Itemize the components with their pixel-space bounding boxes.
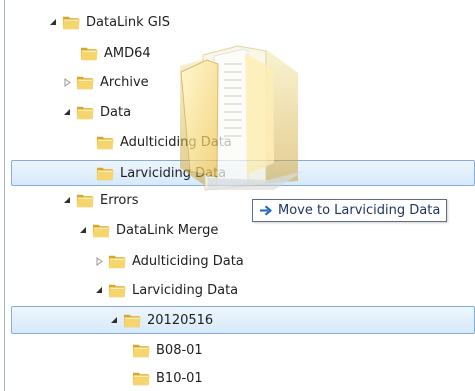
expanded-arrow-icon[interactable] xyxy=(109,313,119,327)
expanded-arrow-icon[interactable] xyxy=(94,283,104,297)
folder-icon xyxy=(92,224,110,237)
tree-item-label: Archive xyxy=(100,74,149,90)
expanded-arrow-icon[interactable] xyxy=(78,223,88,237)
tree-item-merge-adulticiding-data[interactable]: Adulticiding Data xyxy=(94,249,244,273)
folder-icon xyxy=(76,194,94,207)
drag-drop-tooltip: Move to Larviciding Data xyxy=(252,199,448,222)
folder-icon xyxy=(108,284,126,297)
tree-item-label: Data xyxy=(100,104,132,120)
folder-icon xyxy=(80,47,98,60)
folder-icon xyxy=(123,314,141,327)
tree-item-label: Errors xyxy=(100,192,139,208)
collapsed-arrow-icon[interactable] xyxy=(62,75,72,89)
folder-drag-ghost-icon xyxy=(180,45,304,191)
tree-item-amd64[interactable]: AMD64 xyxy=(80,41,151,65)
folder-icon xyxy=(76,106,94,119)
folder-icon xyxy=(96,167,114,180)
tree-item-label: B08-01 xyxy=(156,342,203,358)
tree-item-20120516-selected[interactable]: 20120516 xyxy=(11,306,475,334)
expanded-arrow-icon[interactable] xyxy=(62,105,72,119)
tooltip-text: Move to Larviciding Data xyxy=(278,203,441,218)
folder-tree[interactable]: DataLink GIS AMD64 Archive Data Adultici… xyxy=(0,0,475,391)
tree-item-data[interactable]: Data xyxy=(62,100,131,124)
tree-item-errors[interactable]: Errors xyxy=(62,188,138,212)
expanded-arrow-icon[interactable] xyxy=(62,193,72,207)
folder-icon xyxy=(62,16,80,29)
tree-item-b08-01[interactable]: B08-01 xyxy=(132,338,203,362)
tree-item-label: 20120516 xyxy=(147,312,214,328)
folder-icon xyxy=(132,344,150,357)
tree-item-datalink-gis[interactable]: DataLink GIS xyxy=(48,10,170,34)
tree-item-label: AMD64 xyxy=(104,45,151,61)
folder-icon xyxy=(108,255,126,268)
tree-item-b10-01[interactable]: B10-01 xyxy=(132,366,203,390)
tree-left-border xyxy=(4,0,5,391)
tree-item-merge-larviciding-data[interactable]: Larviciding Data xyxy=(94,278,238,302)
folder-icon xyxy=(96,136,114,149)
folder-icon xyxy=(76,76,94,89)
tree-item-label: Adulticiding Data xyxy=(132,253,244,269)
tree-item-label: DataLink GIS xyxy=(86,14,170,30)
folder-icon xyxy=(132,372,150,385)
collapsed-arrow-icon[interactable] xyxy=(94,254,104,268)
tree-item-datalink-merge[interactable]: DataLink Merge xyxy=(78,218,218,242)
tree-item-label: DataLink Merge xyxy=(116,222,219,238)
tree-item-archive[interactable]: Archive xyxy=(62,70,149,94)
expanded-arrow-icon[interactable] xyxy=(48,15,58,29)
tree-item-label: Larviciding Data xyxy=(132,282,239,298)
tree-item-label: B10-01 xyxy=(156,370,203,386)
move-arrow-icon xyxy=(259,205,272,216)
